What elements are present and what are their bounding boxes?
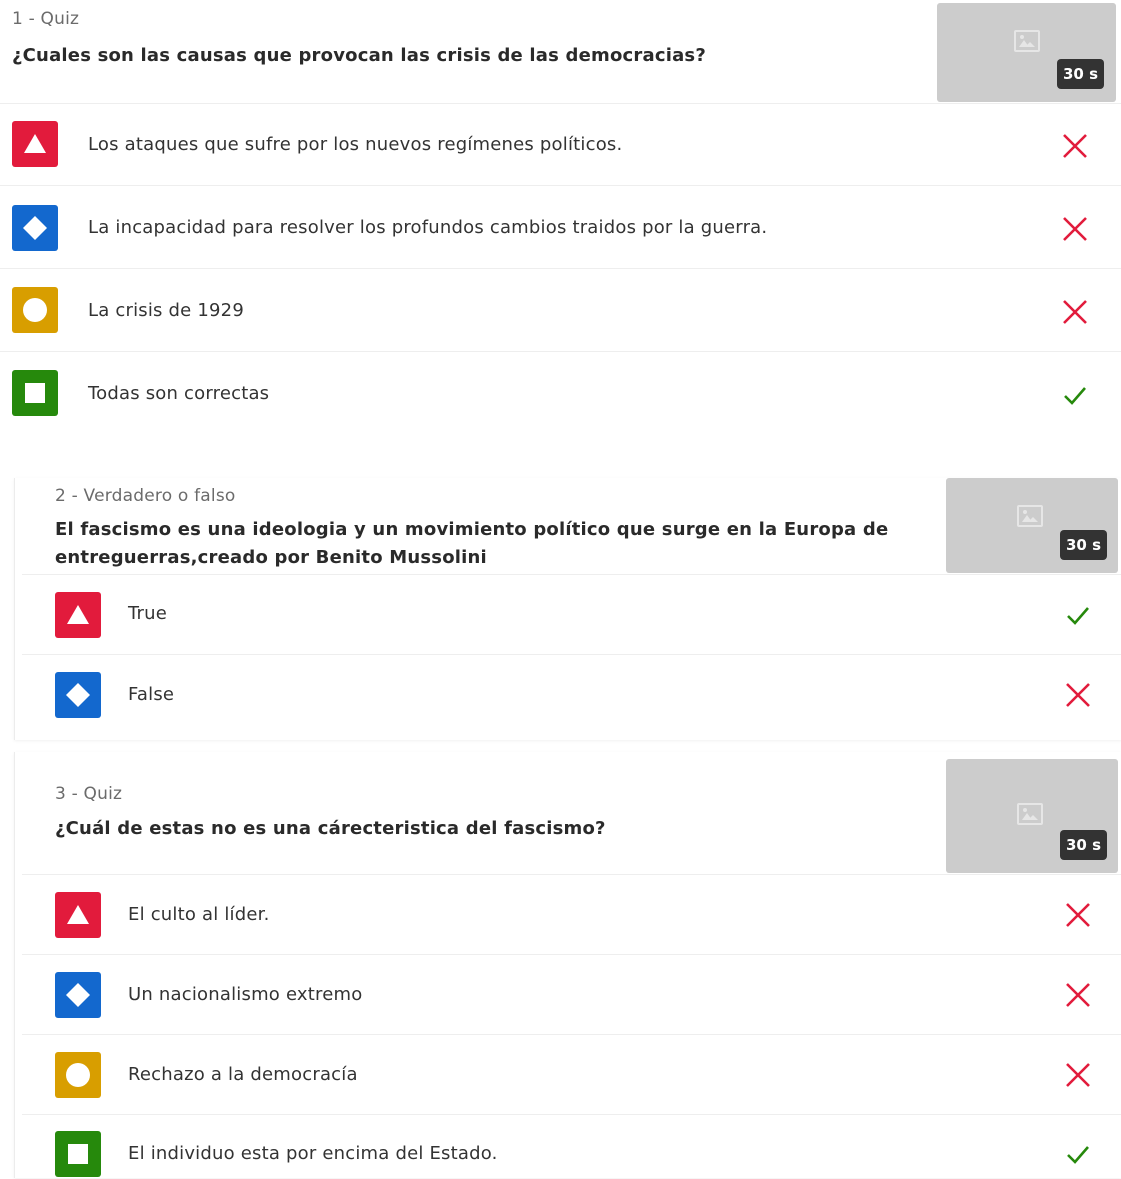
answer-option: False	[22, 654, 1121, 735]
question-image-placeholder[interactable]: 30 s	[946, 478, 1118, 573]
image-icon	[1017, 505, 1043, 527]
answer-text: True	[128, 603, 168, 624]
question-text: ¿Cuál de estas no es una cárecteristica …	[55, 818, 606, 839]
incorrect-icon	[1063, 300, 1087, 324]
answer-text: Todas son correctas	[88, 383, 270, 404]
question-card-3: 3 - Quiz ¿Cuál de estas no es una cárect…	[14, 752, 1121, 1178]
separator	[0, 440, 1121, 478]
time-limit-badge: 30 s	[1060, 530, 1108, 560]
answer-text: Un nacionalismo extremo	[128, 984, 363, 1005]
answer-text: False	[128, 684, 175, 705]
question-text: ¿Cuales son las causas que provocan las …	[12, 45, 706, 66]
answer-option: Rechazo a la democracía	[22, 1034, 1121, 1115]
correct-check-icon	[1067, 607, 1089, 625]
incorrect-icon	[1066, 903, 1090, 927]
answer-text: El culto al líder.	[128, 904, 270, 925]
incorrect-icon	[1063, 134, 1087, 158]
question-card-2: 2 - Verdadero o falso El fascismo es una…	[14, 478, 1121, 740]
circle-icon	[12, 287, 58, 333]
correct-check-icon	[1064, 387, 1086, 405]
answer-text: Rechazo a la democracía	[128, 1064, 358, 1085]
answer-option: Un nacionalismo extremo	[22, 954, 1121, 1035]
correct-check-icon	[1067, 1146, 1089, 1164]
diamond-icon	[55, 972, 101, 1018]
square-icon	[12, 370, 58, 416]
question-image-placeholder[interactable]: 30 s	[946, 759, 1118, 873]
question-card-1: 1 - Quiz ¿Cuales son las causas que prov…	[0, 0, 1121, 440]
time-limit-badge: 30 s	[1057, 59, 1105, 89]
circle-icon	[55, 1052, 101, 1098]
answer-text: Los ataques que sufre por los nuevos reg…	[88, 134, 623, 155]
answer-text: La crisis de 1929	[88, 300, 244, 321]
answer-option: La crisis de 1929	[0, 268, 1121, 352]
triangle-icon	[55, 892, 101, 938]
question-type-label: 2 - Verdadero o falso	[55, 486, 236, 506]
triangle-icon	[55, 592, 101, 638]
answer-option: El individuo esta por encima del Estado.	[22, 1114, 1121, 1179]
time-limit-badge: 30 s	[1060, 830, 1108, 860]
triangle-icon	[12, 121, 58, 167]
answer-option: Todas son correctas	[0, 351, 1121, 436]
image-icon	[1014, 30, 1040, 52]
incorrect-icon	[1063, 217, 1087, 241]
diamond-icon	[55, 672, 101, 718]
answer-option: Los ataques que sufre por los nuevos reg…	[0, 103, 1121, 186]
answer-text: La incapacidad para resolver los profund…	[88, 217, 768, 238]
question-image-placeholder[interactable]: 30 s	[937, 3, 1116, 102]
answer-text: El individuo esta por encima del Estado.	[128, 1143, 498, 1164]
answer-option: La incapacidad para resolver los profund…	[0, 185, 1121, 269]
incorrect-icon	[1066, 983, 1090, 1007]
question-type-label: 3 - Quiz	[55, 784, 123, 804]
question-text-line-2: entreguerras,creado por Benito Mussolini	[55, 547, 487, 568]
answer-option: El culto al líder.	[22, 874, 1121, 955]
question-text-line-1: El fascismo es una ideologia y un movimi…	[55, 519, 889, 540]
square-icon	[55, 1131, 101, 1177]
diamond-icon	[12, 205, 58, 251]
question-type-label: 1 - Quiz	[12, 9, 80, 29]
image-icon	[1017, 803, 1043, 825]
incorrect-icon	[1066, 683, 1090, 707]
incorrect-icon	[1066, 1063, 1090, 1087]
answer-option: True	[22, 574, 1121, 655]
